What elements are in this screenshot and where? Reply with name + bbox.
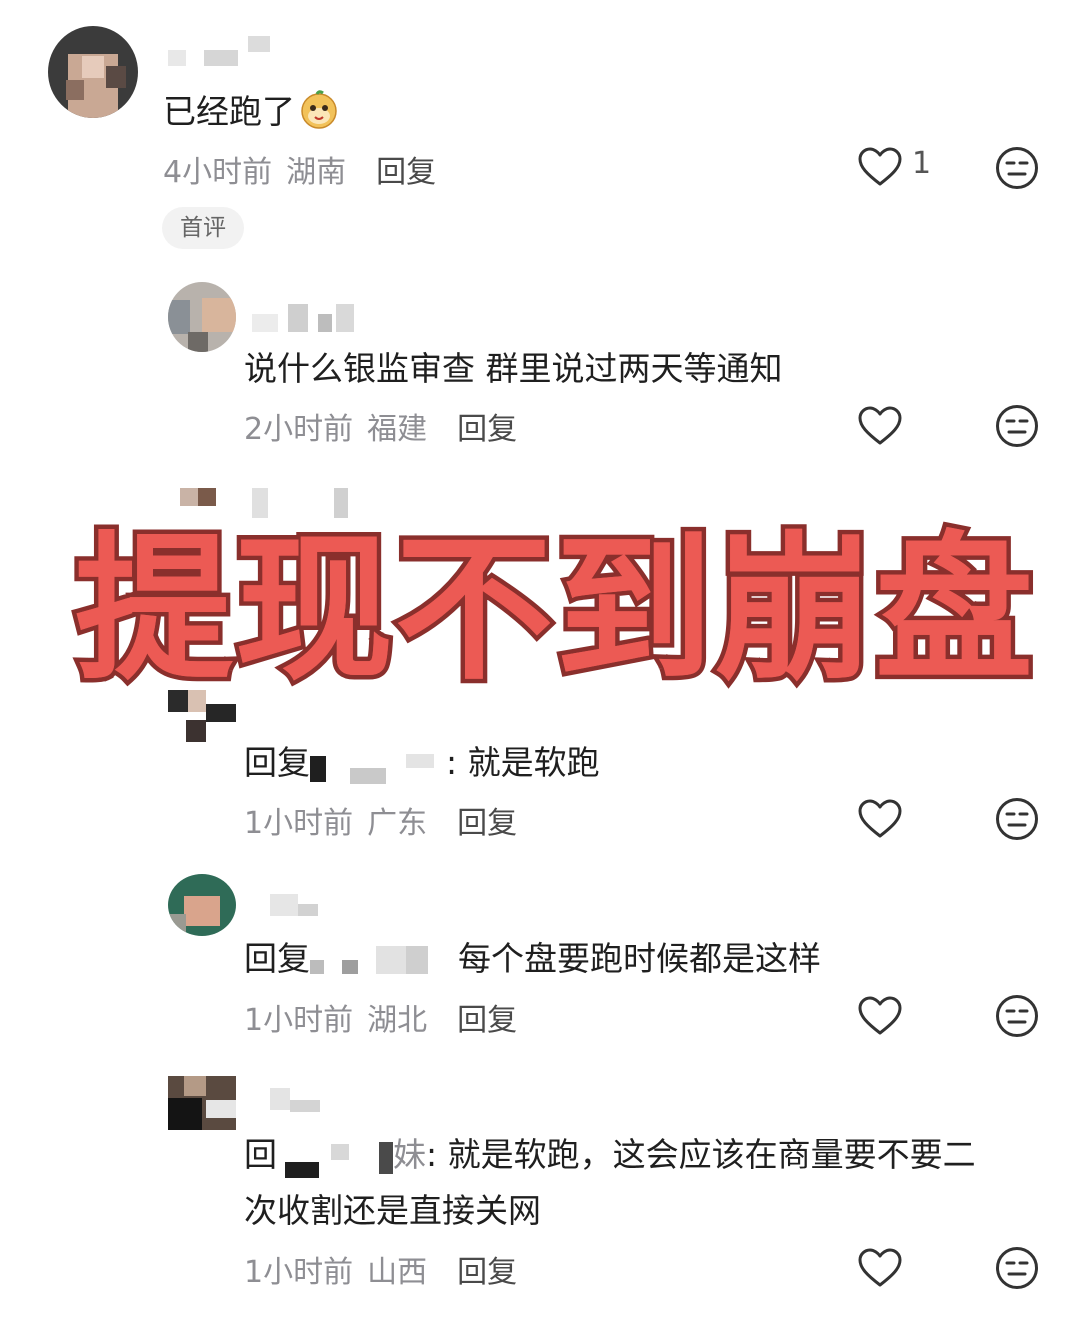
name-tail: 妹 bbox=[393, 1135, 426, 1174]
location: 福建 bbox=[367, 412, 428, 447]
redacted-name bbox=[310, 940, 458, 978]
reply-prefix: 回复 bbox=[244, 939, 310, 978]
username-redacted[interactable] bbox=[168, 36, 278, 72]
reply-button[interactable]: 回复 bbox=[457, 1255, 517, 1290]
comment-meta: 1小时前 广东 回复 bbox=[244, 798, 517, 842]
comment-body: 已经跑了 bbox=[163, 92, 295, 131]
comment-body: : 就是软跑 bbox=[446, 743, 600, 782]
cartoon-emoji-icon bbox=[299, 89, 339, 129]
heart-icon[interactable] bbox=[857, 798, 903, 840]
location: 湖南 bbox=[286, 155, 347, 190]
neutral-face-icon[interactable] bbox=[995, 994, 1039, 1038]
comment-text: 回复 : 就是软跑 bbox=[244, 741, 600, 785]
timestamp: 2小时前 bbox=[244, 412, 354, 447]
reply-prefix: 回 bbox=[244, 1135, 277, 1174]
avatar[interactable] bbox=[168, 690, 236, 742]
reply-button[interactable]: 回复 bbox=[376, 155, 436, 190]
reply-button[interactable]: 回复 bbox=[457, 806, 517, 841]
heart-icon[interactable] bbox=[857, 146, 903, 188]
location: 湖北 bbox=[367, 1003, 428, 1038]
comment-text: 已经跑了 bbox=[163, 89, 339, 134]
location: 广东 bbox=[367, 806, 428, 841]
first-comment-badge: 首评 bbox=[162, 207, 244, 249]
username-redacted[interactable] bbox=[270, 888, 330, 924]
like-count: 1 bbox=[912, 146, 932, 181]
username-redacted[interactable] bbox=[270, 1080, 330, 1116]
comment-text: 说什么银监审查 群里说过两天等通知 bbox=[244, 349, 783, 388]
neutral-face-icon[interactable] bbox=[995, 797, 1039, 841]
comment-body: 每个盘要跑时候都是这样 bbox=[458, 939, 821, 978]
comment-text: 回 妹: 就是软跑，这会应该在商量要不要二 bbox=[244, 1133, 976, 1178]
reply-button[interactable]: 回复 bbox=[457, 1003, 517, 1038]
comment-meta: 2小时前 福建 回复 bbox=[244, 404, 517, 448]
neutral-face-icon[interactable] bbox=[995, 1246, 1039, 1290]
avatar[interactable] bbox=[48, 26, 138, 118]
avatar[interactable] bbox=[168, 282, 236, 352]
comment-meta: 4小时前 湖南 回复 bbox=[163, 147, 436, 191]
avatar[interactable] bbox=[168, 874, 236, 936]
redacted-name bbox=[310, 744, 446, 784]
neutral-face-icon[interactable] bbox=[995, 404, 1039, 448]
comment-meta: 1小时前 山西 回复 bbox=[244, 1247, 517, 1291]
heart-icon[interactable] bbox=[857, 995, 903, 1037]
comment-text-line2: 次收割还是直接关网 bbox=[244, 1191, 541, 1230]
username-redacted[interactable] bbox=[252, 300, 362, 336]
timestamp: 1小时前 bbox=[244, 806, 354, 841]
timestamp: 1小时前 bbox=[244, 1255, 354, 1290]
timestamp: 1小时前 bbox=[244, 1003, 354, 1038]
reply-button[interactable]: 回复 bbox=[457, 412, 517, 447]
comment-meta: 1小时前 湖北 回复 bbox=[244, 995, 517, 1039]
avatar[interactable] bbox=[168, 1076, 236, 1130]
timestamp: 4小时前 bbox=[163, 155, 273, 190]
reply-prefix: 回复 bbox=[244, 743, 310, 782]
location: 山西 bbox=[367, 1255, 428, 1290]
comment-text: 回复 每个盘要跑时候都是这样 bbox=[244, 937, 821, 981]
neutral-face-icon[interactable] bbox=[995, 146, 1039, 190]
heart-icon[interactable] bbox=[857, 1247, 903, 1289]
overlay-title: 提现不到崩盘 bbox=[75, 518, 1035, 702]
redacted-name bbox=[277, 1136, 393, 1178]
comment-body: : 就是软跑，这会应该在商量要不要二 bbox=[426, 1135, 976, 1174]
heart-icon[interactable] bbox=[857, 405, 903, 447]
